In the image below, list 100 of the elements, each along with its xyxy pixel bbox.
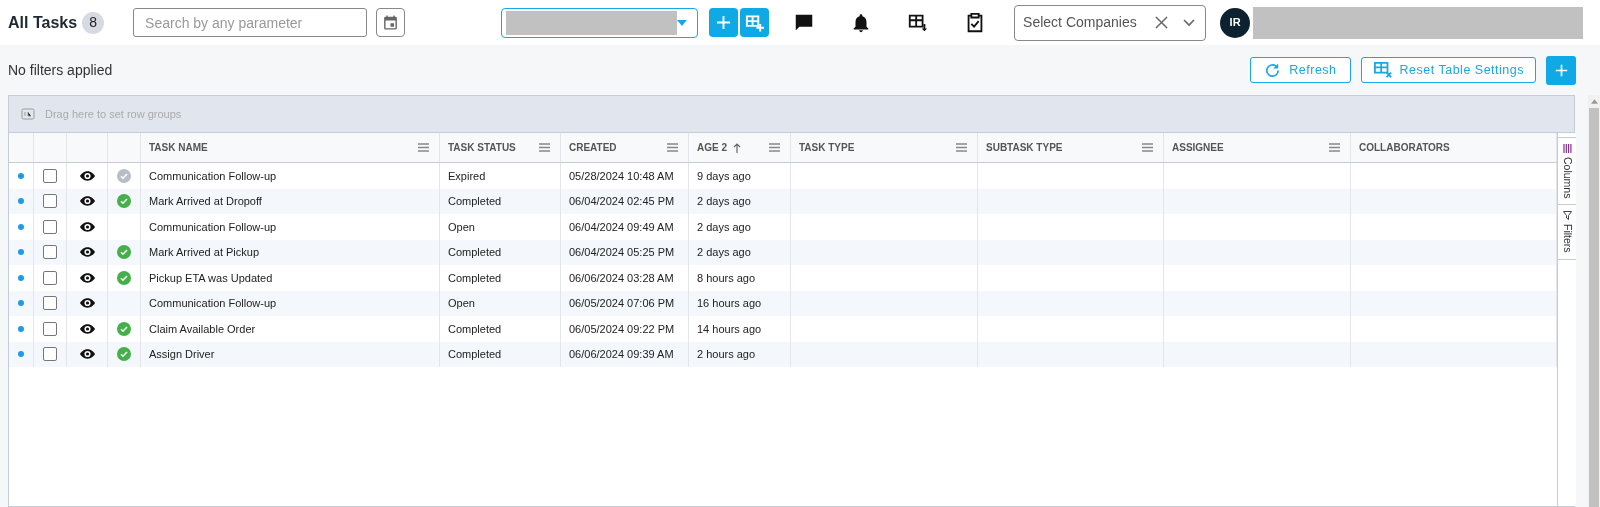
page-title: All Tasks [8, 12, 78, 33]
eye-icon[interactable] [79, 298, 95, 309]
table-cell-text: 06/04/2024 02:45 PM [569, 194, 675, 209]
table-cell-text: 06/04/2024 05:25 PM [569, 245, 675, 260]
menu-icon[interactable] [956, 143, 967, 152]
search-field[interactable]: Search by any parameter [133, 8, 368, 37]
menu-icon[interactable] [769, 143, 780, 152]
company-select[interactable]: Select Companies [1014, 4, 1207, 41]
table-cell-text: 06/05/2024 07:06 PM [569, 296, 675, 311]
table-cell-text: Communication Follow-up [149, 219, 277, 235]
group-hint: Drag here to set row groups [45, 106, 182, 122]
column-header[interactable]: TASK STATUS [440, 133, 561, 162]
table-cell-text: Communication Follow-up [149, 296, 277, 311]
group-icon [21, 107, 35, 121]
eye-icon[interactable] [79, 247, 95, 258]
table-cell-text: Expired [448, 168, 486, 184]
add-table-button[interactable] [740, 8, 770, 37]
row-checkbox[interactable] [43, 219, 57, 234]
row-checkbox[interactable] [43, 168, 57, 183]
row-checkbox[interactable] [43, 194, 57, 209]
row-checkbox[interactable] [43, 296, 57, 311]
filter-icon [1562, 211, 1572, 221]
eye-icon[interactable] [79, 170, 95, 181]
filter-status: No filters applied [8, 60, 113, 80]
scrollbar-thumb[interactable] [1589, 108, 1599, 507]
table-cell-text: Pickup ETA was Updated [149, 270, 273, 286]
plus-icon [716, 15, 732, 30]
menu-icon[interactable] [539, 143, 550, 152]
table-cell-text: Mark Arrived at Pickup [149, 245, 260, 260]
row-checkbox[interactable] [43, 347, 57, 362]
table-cell-text: 06/06/2024 03:28 AM [569, 270, 674, 286]
table-cell-text: 9 days ago [697, 168, 751, 184]
column-header[interactable]: AGE 2 [689, 133, 791, 162]
add-button[interactable] [709, 8, 739, 37]
column-title: TASK NAME [149, 141, 208, 155]
user-avatar[interactable]: IR [1220, 7, 1251, 38]
check-circle-icon [117, 168, 131, 183]
table-cell-text: 06/06/2024 09:39 AM [569, 347, 674, 362]
row-checkbox[interactable] [43, 321, 57, 336]
table-cell-text: 8 hours ago [697, 270, 756, 286]
count-badge: 8 [82, 11, 105, 34]
table-cell-text: 06/04/2024 09:49 AM [569, 219, 674, 235]
eye-icon[interactable] [79, 349, 95, 360]
table-cell-text: 2 hours ago [697, 347, 756, 362]
table-reset-icon [1372, 61, 1393, 79]
row-checkbox[interactable] [43, 245, 57, 260]
table-cell-text: Mark Arrived at Dropoff [149, 194, 262, 209]
eye-icon[interactable] [79, 221, 95, 232]
plus-icon [1554, 63, 1568, 77]
column-title: SUBTASK TYPE [986, 141, 1063, 155]
column-title: CREATED [569, 141, 617, 155]
add-button[interactable] [1546, 55, 1576, 85]
table-cell-text: Communication Follow-up [149, 168, 277, 184]
eye-icon[interactable] [79, 323, 95, 334]
column-header[interactable]: TASK TYPE [791, 133, 978, 162]
table-cell-text: Completed [448, 270, 502, 286]
table-cell-text: 2 days ago [697, 245, 751, 260]
column-header[interactable]: ASSIGNEE [1164, 133, 1351, 162]
table-cell-text: Assign Driver [149, 347, 215, 362]
eye-icon[interactable] [79, 196, 95, 207]
table-cell-text: Open [448, 219, 475, 235]
table-cell-text: Claim Available Order [149, 321, 256, 337]
column-header[interactable]: CREATED [561, 133, 689, 162]
table-cell-text: 06/05/2024 09:22 PM [569, 321, 675, 337]
table-cell-text: 05/28/2024 10:48 AM [569, 168, 674, 184]
menu-icon[interactable] [1329, 143, 1340, 152]
chevron-down-icon[interactable] [1183, 18, 1196, 27]
menu-icon[interactable] [418, 143, 429, 152]
check-circle-icon [117, 245, 131, 260]
check-circle-icon [117, 194, 131, 209]
table-plus-icon [745, 13, 765, 32]
table-cell-text: 14 hours ago [697, 321, 762, 337]
table-cell-text: 2 days ago [697, 219, 751, 235]
menu-icon[interactable] [667, 143, 678, 152]
table-cell-text: Open [448, 296, 475, 311]
sort-up-icon[interactable] [733, 142, 741, 153]
column-title: AGE 2 [697, 141, 727, 155]
table-cell-text: Completed [448, 347, 502, 362]
column-header[interactable]: SUBTASK TYPE [978, 133, 1164, 162]
calendar-icon [382, 14, 400, 31]
column-title: COLLABORATORS [1359, 141, 1450, 155]
column-header[interactable]: TASK NAME [141, 133, 440, 162]
menu-icon[interactable] [1142, 143, 1153, 152]
table-cell-text: Completed [448, 321, 502, 337]
calendar-button[interactable] [376, 8, 406, 37]
column-title: TASK STATUS [448, 141, 516, 155]
eye-icon[interactable] [79, 272, 95, 283]
table-cell-text: 2 days ago [697, 194, 751, 209]
column-title: TASK TYPE [799, 141, 855, 155]
company-dropdown[interactable] [501, 7, 699, 38]
column-title: ASSIGNEE [1172, 141, 1224, 155]
table-cell-text: Completed [448, 245, 502, 260]
table-cell-text: 16 hours ago [697, 296, 762, 311]
row-checkbox[interactable] [43, 270, 57, 285]
check-circle-icon [117, 270, 131, 285]
check-circle-icon [117, 321, 131, 336]
clear-icon[interactable] [1155, 16, 1169, 29]
table-cell-text: Completed [448, 194, 502, 209]
caret-icon [677, 19, 688, 26]
scroll-up-icon[interactable] [1590, 99, 1598, 104]
